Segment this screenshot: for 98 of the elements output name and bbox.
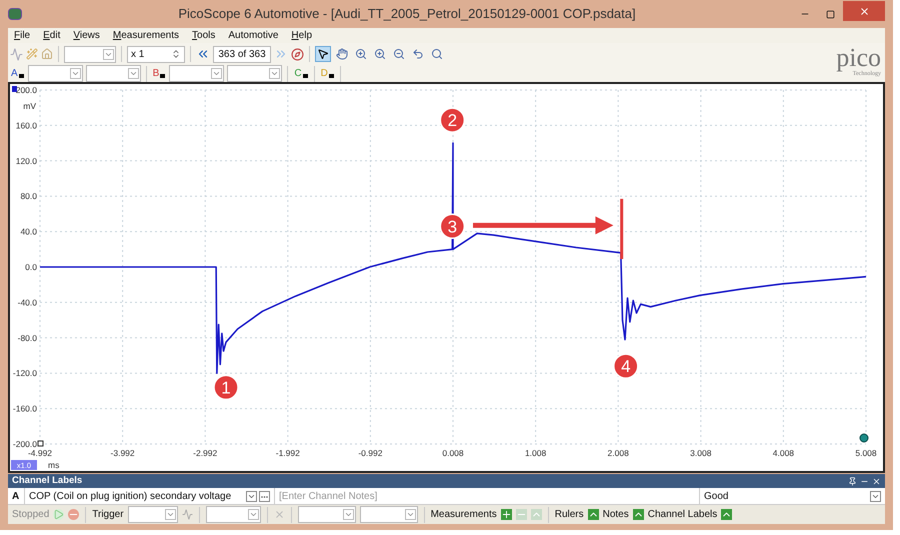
chevron-down-icon [248,509,259,520]
chevron-down-icon [103,48,114,60]
y-tick-label: -160.0 [12,404,37,414]
x-tick-label: -3.992 [110,448,135,458]
toggle-icon[interactable] [632,509,644,520]
x-tick-label: 2.008 [608,448,629,458]
more-icon[interactable] [259,490,270,502]
x-axis-unit: ms [48,460,60,470]
start-icon[interactable] [53,509,64,520]
dropdown[interactable] [86,65,141,82]
menu-item[interactable]: Tools [192,28,216,43]
dropdown[interactable] [64,46,116,62]
dropdown[interactable] [360,506,418,523]
x-tick-label: -2.992 [193,448,218,458]
waveform-icon[interactable] [10,48,23,60]
spinner-icon[interactable] [171,49,181,59]
y-tick-label: 160.0 [16,120,37,130]
menu-item[interactable]: Views [73,28,100,43]
app-icon [8,8,22,20]
chevron-down-icon [211,68,222,79]
dropdown[interactable] [206,506,261,523]
menu-item[interactable]: Automotive [228,28,278,43]
y-tick-label: 120.0 [16,156,37,166]
chevron-down-icon [404,509,416,520]
axis-handle [38,440,44,446]
stop-icon[interactable] [68,509,80,520]
dropdown[interactable] [227,65,282,82]
numbered-callout: 1 [213,374,239,400]
toggle-icon[interactable] [721,509,732,520]
status-dropdown[interactable]: Good [699,488,885,504]
menu-item[interactable]: Measurements [112,28,180,43]
y-tick-label: 40.0 [20,226,37,237]
status-bar-item: Measurements [430,508,497,522]
x-tick-label: 1.008 [524,448,546,458]
x-tick-label: 0.008 [442,448,464,458]
y-tick-label: 0.0 [25,262,37,272]
x-tick-label: 5.008 [855,448,877,458]
x-tick-label: -1.992 [276,448,300,458]
status-bar-item: Channel Labels [648,508,718,522]
ruler-handle[interactable] [860,434,868,442]
chevron-down-icon [870,490,881,502]
page-field[interactable]: 363 of 363 [213,46,271,62]
chevron-down-icon [342,509,354,520]
magnifier-icon[interactable] [429,46,445,62]
y-axis-unit: mV [23,101,36,111]
pointer-icon[interactable] [315,46,331,62]
maximize-icon[interactable] [826,10,835,18]
channel-button[interactable]: B [152,68,166,78]
menu-item[interactable]: Help [291,28,312,43]
y-tick-label: -80.0 [18,332,37,343]
hand-icon[interactable] [334,46,350,62]
trigger-label: Trigger [92,508,124,522]
zoom-out-icon[interactable] [391,46,407,62]
chevron-down-icon[interactable] [246,490,257,502]
numbered-callout: 3 [440,214,466,240]
y-tick-label: -40.0 [18,297,37,308]
chevron-down-icon [164,509,176,520]
x-tick-label: 4.008 [772,448,794,458]
menu-item[interactable]: File [14,28,30,43]
zoom-field[interactable]: x 1 [127,46,185,62]
dropdown[interactable] [298,506,356,523]
status-bar-item: Rulers [554,508,584,522]
zoom-in-icon[interactable] [372,46,388,62]
status-text: Stopped [12,508,50,522]
add-icon[interactable] [500,509,512,520]
close-icon[interactable] [872,476,881,486]
pin-icon[interactable] [848,476,857,486]
numbered-callout: 2 [440,107,466,133]
chevron-down-icon [269,68,280,79]
y-tick-label: 200.0 [16,85,37,95]
panel-title: Channel Labels [12,474,82,488]
status-bar-item: Notes [602,508,629,522]
y-tick-label: -120.0 [12,368,37,378]
trigger-edge-icon[interactable] [182,509,193,520]
channel-label-row[interactable]: A COP (Coil on plug ignition) secondary voltage [Enter Channel Notes] Good [8,488,885,505]
chevron-down-icon [128,68,139,79]
x-tick-label: -0.992 [358,448,382,458]
x-tick-label: -4.992 [28,448,52,458]
compass-icon[interactable] [291,48,304,60]
zoom-in-icon[interactable] [353,46,369,62]
channel-letter: A [11,490,20,504]
dropdown[interactable] [128,506,178,523]
home-icon[interactable] [41,48,53,60]
channel-label-field[interactable]: COP (Coil on plug ignition) secondary voltage [24,488,246,504]
chevron-down-icon [70,68,81,79]
close-icon [858,6,870,16]
x-tick-label: 3.008 [690,448,712,458]
wand-icon[interactable] [26,48,38,60]
numbered-callout: 4 [613,353,639,379]
toggle-icon[interactable] [588,509,599,520]
close-button[interactable] [843,1,885,21]
dropdown[interactable] [28,65,83,82]
menu-item[interactable]: Edit [43,28,60,43]
channel-button[interactable]: A [10,68,25,78]
channel-marker [12,86,17,92]
window-title: PicoScope 6 Automotive - [Audi_TT_2005_Petrol_20150129-0001 COP.psdata] [177,5,637,24]
y-tick-label: -200.0 [12,439,37,449]
y-tick-label: 80.0 [20,191,37,202]
